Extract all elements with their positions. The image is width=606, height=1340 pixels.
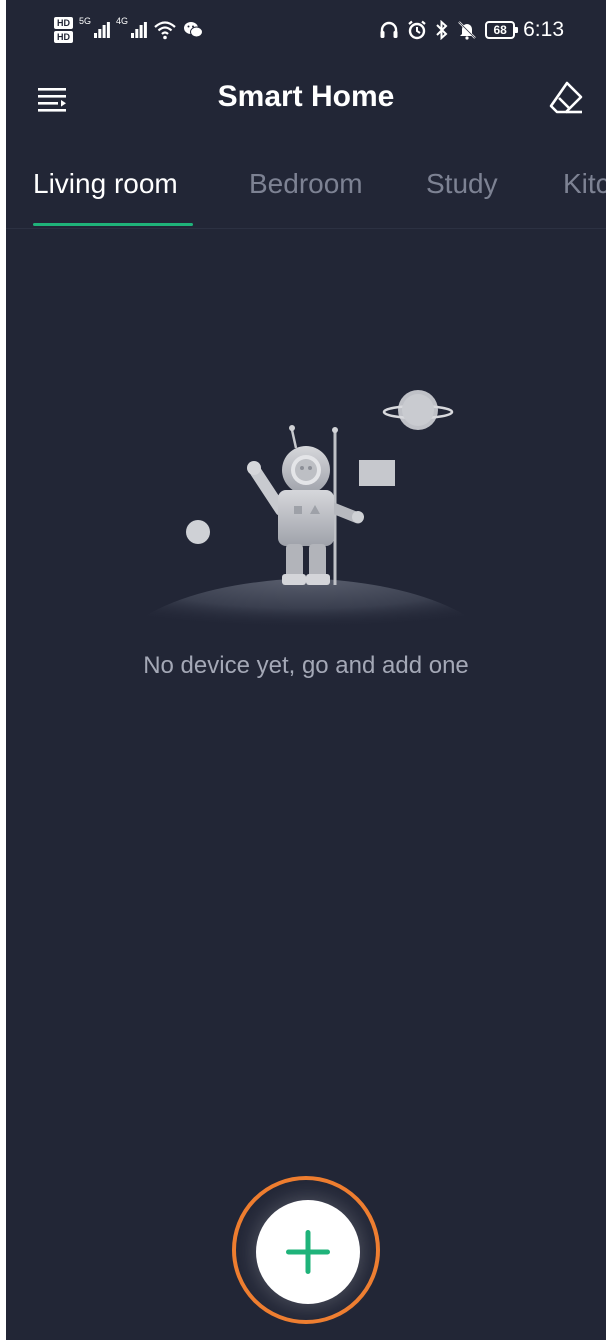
mute-bell-icon <box>458 21 476 40</box>
hd-badge-top: HD <box>54 17 73 29</box>
page-title: Smart Home <box>217 80 395 113</box>
eraser-icon <box>549 81 583 114</box>
active-tab-indicator <box>33 223 193 226</box>
status-bar-left: HD HD 5G 4G <box>54 12 204 48</box>
alarm-icon <box>408 20 426 40</box>
bluetooth-icon <box>436 20 448 40</box>
room-tabs: Living room Bedroom Study Kitchen <box>6 150 606 229</box>
astronaut-illustration <box>106 390 506 650</box>
signal-bars-icon <box>131 22 147 38</box>
tab-study[interactable]: Study <box>426 168 498 200</box>
wifi-icon <box>154 21 176 40</box>
headphones-icon <box>380 21 398 38</box>
hd-badge-bottom: HD <box>54 31 73 43</box>
eraser-button[interactable] <box>546 78 586 118</box>
status-bar: HD HD 5G 4G 68 6:13 <box>6 0 606 56</box>
tab-kitchen[interactable]: Kitchen <box>563 168 606 200</box>
add-device-button[interactable] <box>256 1200 360 1304</box>
tab-bedroom[interactable]: Bedroom <box>249 168 363 200</box>
tab-living-room[interactable]: Living room <box>33 168 178 200</box>
signal-4g-label: 4G <box>116 16 129 26</box>
battery-indicator: 68 <box>485 21 519 39</box>
hd-indicators: HD HD <box>54 17 73 43</box>
signal-5g-label: 5G <box>79 16 92 26</box>
status-bar-right: 68 6:13 <box>379 12 564 48</box>
app-screen: HD HD 5G 4G 68 6:13 Smart Home Living ro… <box>6 0 606 1340</box>
plus-icon <box>286 1230 330 1274</box>
signal-bars-icon <box>94 22 110 38</box>
app-header: Smart Home <box>6 66 606 132</box>
wechat-icon <box>184 22 204 38</box>
status-time: 6:13 <box>523 18 564 41</box>
empty-state-message: No device yet, go and add one <box>143 652 469 679</box>
